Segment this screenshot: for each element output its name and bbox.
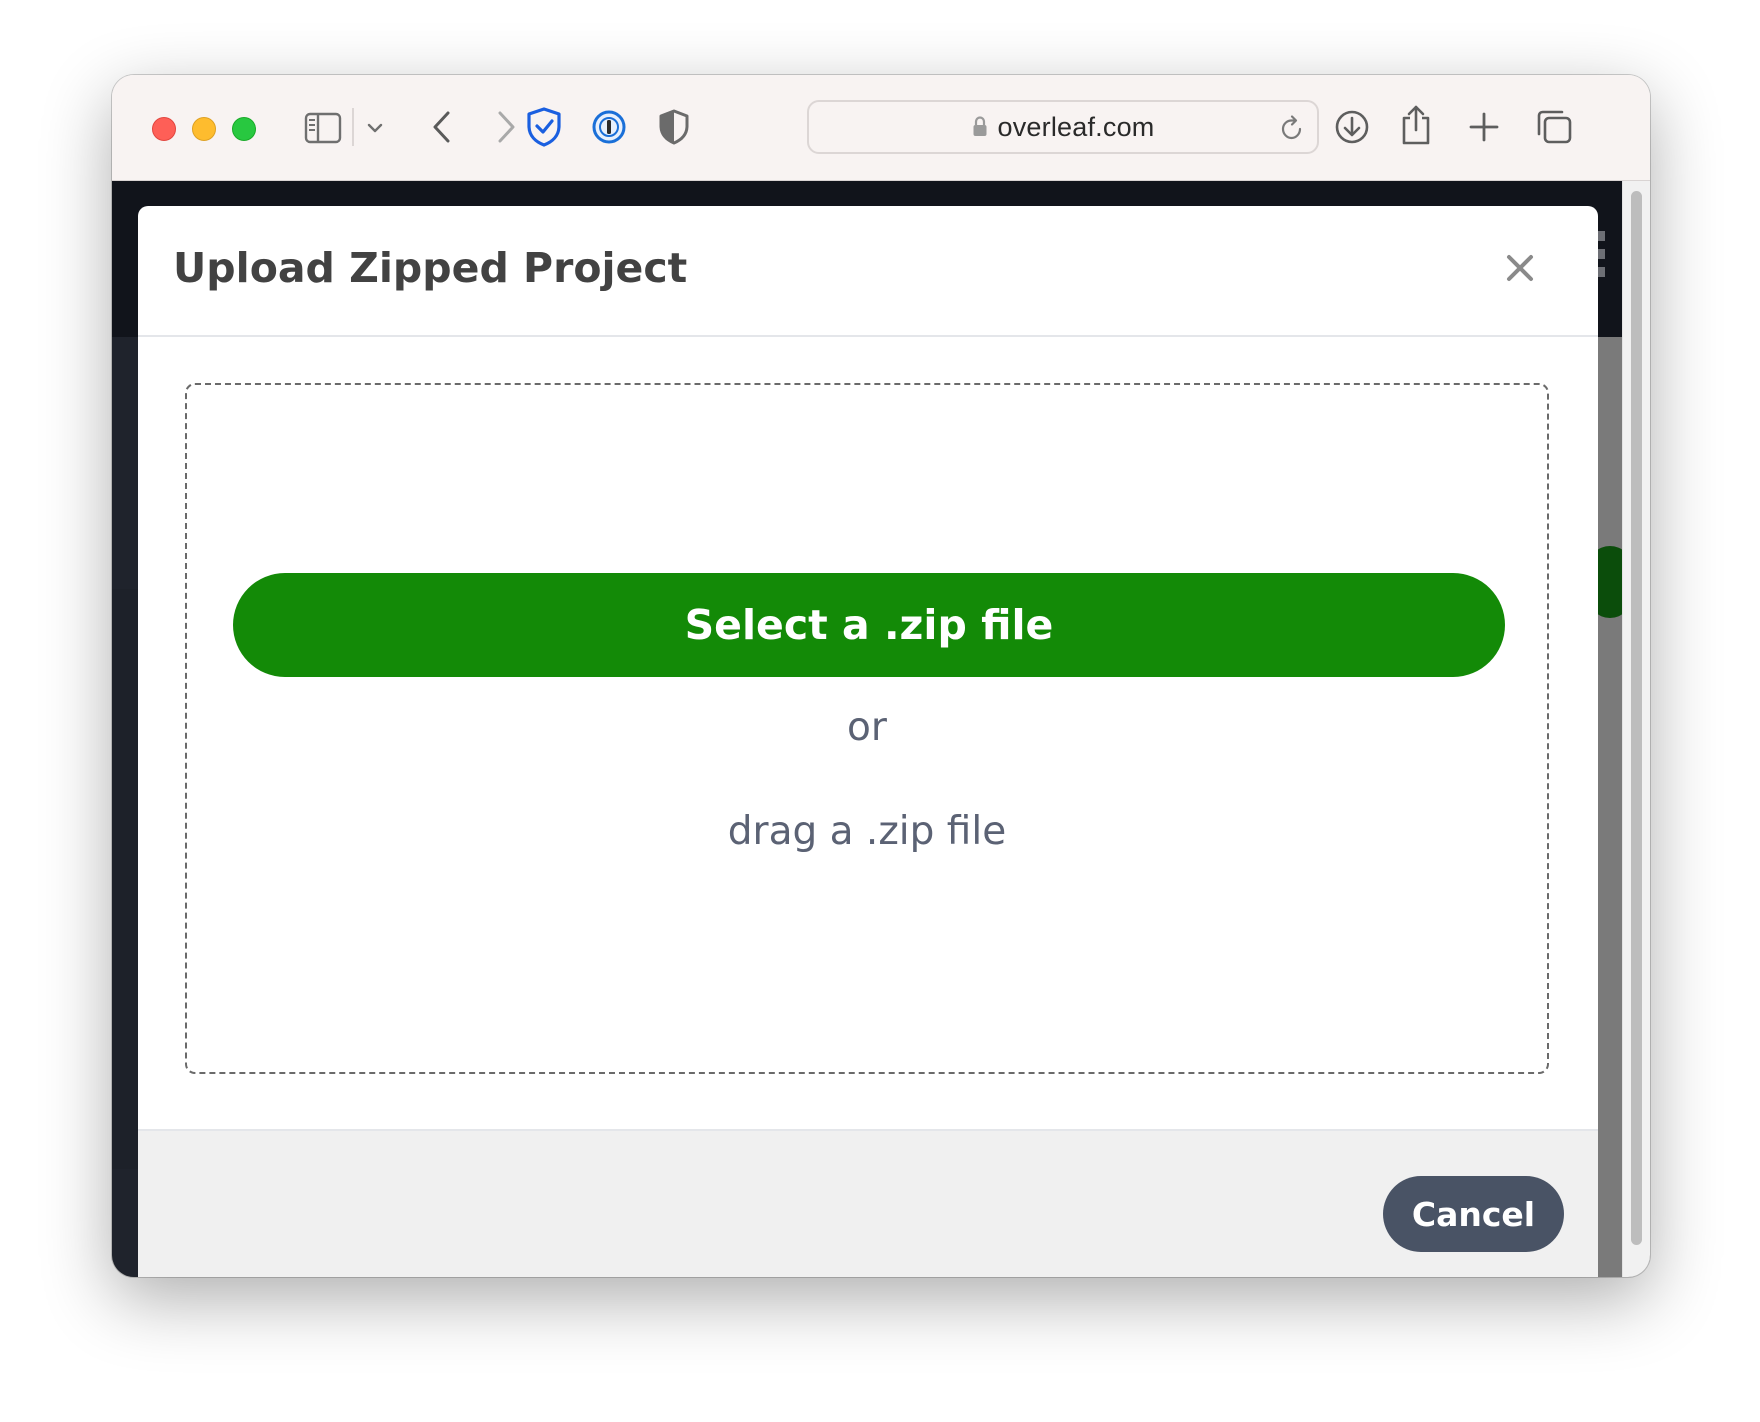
download-icon[interactable] — [1330, 105, 1374, 149]
zoom-window-button[interactable] — [232, 117, 256, 141]
or-separator-text: or — [847, 705, 887, 750]
page-right-backdrop — [1598, 337, 1622, 1277]
address-bar-content: overleaf.com — [809, 102, 1317, 152]
toolbar-divider — [352, 108, 354, 146]
file-dropzone[interactable]: Select a .zip file or drag a .zip file — [185, 383, 1549, 1074]
close-icon[interactable] — [1504, 252, 1536, 284]
shield-check-icon[interactable] — [522, 103, 566, 151]
select-zip-file-button[interactable]: Select a .zip file — [233, 573, 1505, 677]
drag-zip-file-text: drag a .zip file — [727, 809, 1007, 854]
share-icon[interactable] — [1396, 100, 1436, 150]
minimize-window-button[interactable] — [192, 117, 216, 141]
modal-body: Select a .zip file or drag a .zip file — [138, 337, 1598, 1129]
browser-window: overleaf.com Upload Zipped Project Selec… — [112, 75, 1650, 1277]
modal-title: Upload Zipped Project — [173, 244, 688, 292]
address-bar[interactable]: overleaf.com — [807, 100, 1319, 154]
sidebar-icon[interactable] — [302, 108, 344, 148]
cancel-button[interactable]: Cancel — [1383, 1176, 1564, 1252]
scrollbar-thumb[interactable] — [1631, 191, 1642, 1245]
chevron-right-icon[interactable] — [488, 105, 524, 149]
lock-icon — [972, 116, 988, 138]
page-scrollbar[interactable] — [1622, 181, 1650, 1277]
password-manager-icon[interactable] — [588, 106, 630, 148]
close-window-button[interactable] — [152, 117, 176, 141]
url-text: overleaf.com — [997, 111, 1155, 142]
modal-header: Upload Zipped Project — [138, 206, 1598, 337]
chevron-left-icon[interactable] — [424, 105, 460, 149]
tabs-icon[interactable] — [1532, 105, 1576, 149]
chevron-down-icon[interactable] — [362, 115, 388, 141]
plus-icon[interactable] — [1464, 107, 1504, 147]
reload-icon[interactable] — [1279, 114, 1305, 146]
upload-zipped-project-modal: Upload Zipped Project Select a .zip file… — [138, 206, 1598, 1277]
browser-toolbar: overleaf.com — [112, 75, 1650, 181]
page-content: Upload Zipped Project Select a .zip file… — [112, 181, 1650, 1277]
privacy-shield-icon[interactable] — [654, 105, 694, 149]
modal-footer: Cancel — [138, 1129, 1598, 1277]
